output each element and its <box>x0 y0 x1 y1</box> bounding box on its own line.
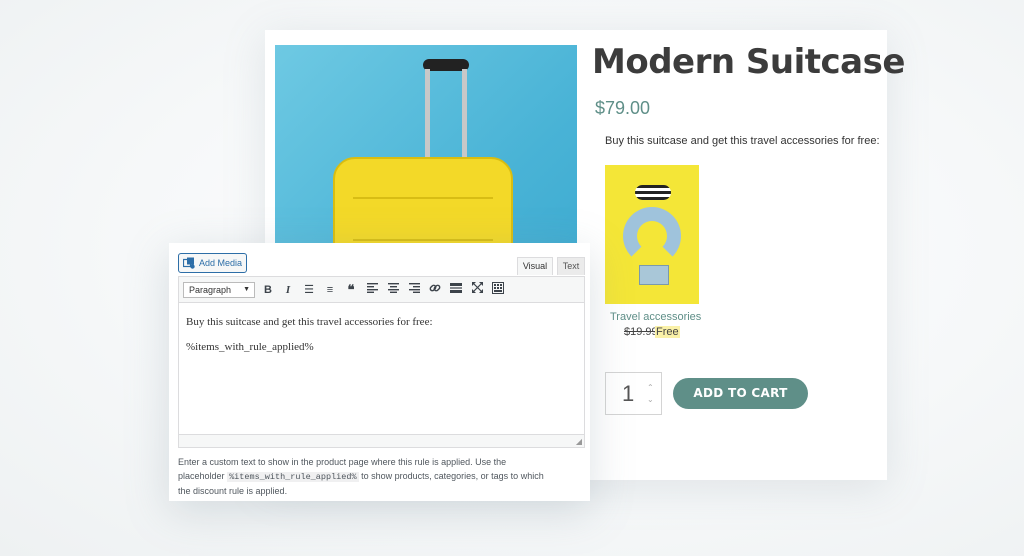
editor-statusbar: ◢ <box>178 435 585 448</box>
numbered-list-icon[interactable]: ≡ <box>322 282 338 298</box>
quantity-value[interactable]: 1 <box>622 381 634 407</box>
media-icon <box>183 257 195 269</box>
link-icon[interactable] <box>427 282 443 298</box>
accessory-image[interactable] <box>605 165 699 304</box>
tab-text[interactable]: Text <box>557 257 585 275</box>
accessory-free-badge: Free <box>655 326 680 338</box>
align-left-icon[interactable] <box>364 282 380 298</box>
help-code-placeholder: %items_with_rule_applied% <box>227 472 359 482</box>
product-price: $79.00 <box>595 98 651 118</box>
editor-toolbar: Paragraph ▼ B I ☰ ≡ ❝ <box>178 276 585 303</box>
bullet-list-icon[interactable]: ☰ <box>301 282 317 298</box>
align-center-icon[interactable] <box>385 282 401 298</box>
editor-placeholder-line: %items_with_rule_applied% <box>186 341 314 353</box>
accessory-old-price: $19.99 <box>624 326 658 338</box>
tab-visual[interactable]: Visual <box>517 257 553 275</box>
align-right-icon[interactable] <box>406 282 422 298</box>
italic-icon[interactable]: I <box>280 282 296 298</box>
blockquote-icon[interactable]: ❝ <box>343 282 359 298</box>
quantity-stepper[interactable]: 1 ⌃ ⌄ <box>605 372 662 415</box>
promo-text: Buy this suitcase and get this travel ac… <box>605 135 880 147</box>
sleep-mask <box>635 185 671 200</box>
add-media-button[interactable]: Add Media <box>178 253 247 273</box>
read-more-icon[interactable] <box>448 282 464 298</box>
caret-down-icon: ▼ <box>243 286 250 293</box>
editor-panel: Add Media Visual Text Paragraph ▼ B I ☰ … <box>169 243 590 501</box>
format-select[interactable]: Paragraph ▼ <box>183 282 255 298</box>
accessory-name-link[interactable]: Travel accessories <box>610 311 701 323</box>
product-title: Modern Suitcase <box>592 42 905 82</box>
help-text: Enter a custom text to show in the produ… <box>178 455 548 498</box>
chevron-down-icon[interactable]: ⌄ <box>647 395 654 404</box>
suitcase-pole-left <box>425 69 430 165</box>
bold-icon[interactable]: B <box>260 282 276 298</box>
toolbar-toggle-icon[interactable] <box>490 282 506 298</box>
neck-pillow <box>623 207 681 265</box>
format-select-value: Paragraph <box>189 285 232 295</box>
suitcase-pole-right <box>462 69 467 165</box>
add-to-cart-button[interactable]: ADD TO CART <box>673 378 808 409</box>
editor-content-area[interactable]: Buy this suitcase and get this travel ac… <box>178 303 585 435</box>
travel-pouch <box>639 265 669 285</box>
resize-handle-icon[interactable]: ◢ <box>576 437 582 446</box>
editor-content-line: Buy this suitcase and get this travel ac… <box>186 316 433 328</box>
add-media-label: Add Media <box>199 258 243 268</box>
fullscreen-icon[interactable] <box>469 282 485 298</box>
chevron-up-icon[interactable]: ⌃ <box>647 383 654 392</box>
